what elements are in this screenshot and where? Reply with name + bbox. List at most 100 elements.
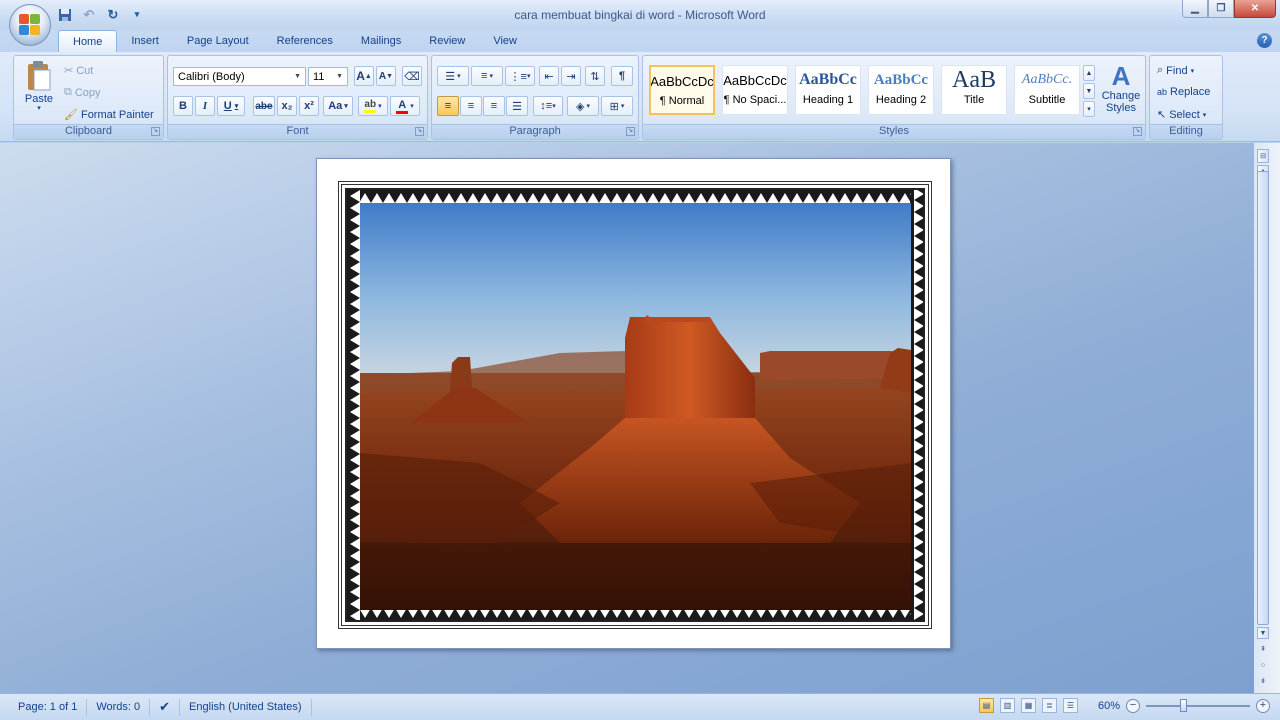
zoom-slider[interactable]	[1146, 698, 1250, 712]
sort-icon[interactable]: ⇅	[585, 66, 605, 86]
align-left-icon[interactable]: ≡	[437, 96, 459, 116]
web-layout-icon[interactable]: ▦	[1020, 698, 1036, 713]
tab-references[interactable]: References	[263, 30, 347, 52]
desert-butte-photo[interactable]	[360, 203, 911, 610]
tab-review[interactable]: Review	[415, 30, 479, 52]
document-area	[0, 143, 1254, 693]
change-case-button[interactable]: Aa ▾	[323, 96, 353, 116]
styles-more-icon[interactable]: ▾	[1083, 101, 1095, 117]
copy-label: Copy	[74, 86, 101, 99]
multilevel-list-icon[interactable]: ⋮≡ ▾	[505, 66, 535, 86]
style-preview: AaBbCc	[873, 71, 929, 88]
borders-icon[interactable]: ⊞ ▾	[601, 96, 633, 116]
group-label-font: Font	[168, 124, 427, 139]
zoom-in-icon[interactable]: +	[1256, 698, 1270, 713]
minimize-icon[interactable]: ▁	[1182, 0, 1208, 18]
align-right-icon[interactable]: ≡	[483, 96, 505, 116]
grow-font-button[interactable]: A ▲	[354, 66, 374, 86]
font-size-value: 11	[313, 70, 325, 83]
close-icon[interactable]: ✕	[1234, 0, 1276, 18]
zoom-level[interactable]: 60%	[1098, 700, 1120, 712]
styles-scroll-up-icon[interactable]: ▲	[1083, 65, 1095, 81]
tab-home[interactable]: Home	[58, 30, 118, 52]
next-page-icon[interactable]: ⇟	[1257, 675, 1269, 687]
font-size-combo[interactable]: 11 ▼	[308, 67, 348, 86]
select-button[interactable]: ↖ Select ▾	[1157, 108, 1206, 122]
tab-view[interactable]: View	[479, 30, 531, 52]
styles-scroll-down-icon[interactable]: ▼	[1083, 83, 1095, 99]
tab-mailings[interactable]: Mailings	[347, 30, 415, 52]
copy-button[interactable]: ⧉ Copy	[64, 86, 101, 99]
subscript-button[interactable]: x₂	[277, 96, 297, 116]
underline-button[interactable]: U ▾	[217, 96, 245, 116]
dialog-launcher-icon[interactable]: ↘	[151, 127, 160, 136]
highlight-color-button[interactable]: ab ▾	[358, 96, 388, 116]
shrink-font-label: A	[378, 70, 387, 82]
increase-indent-icon[interactable]: ⇥	[561, 66, 581, 86]
cut-button[interactable]: ✂ Cut	[64, 64, 93, 78]
style-normal[interactable]: AaBbCcDc ¶ Normal	[649, 65, 715, 115]
change-case-label: Aa	[328, 100, 343, 112]
proofing-check-icon[interactable]: ✔	[150, 698, 181, 716]
brush-icon: 🖌	[64, 109, 78, 121]
shrink-font-button[interactable]: A ▼	[376, 66, 396, 86]
tab-insert[interactable]: Insert	[117, 30, 173, 52]
clear-formatting-icon[interactable]: ⌫	[402, 66, 422, 86]
font-name-combo[interactable]: Calibri (Body) ▼	[173, 67, 306, 86]
style-heading-1[interactable]: AaBbCc Heading 1	[795, 65, 861, 115]
word-count[interactable]: Words: 0	[87, 698, 151, 716]
numbering-icon[interactable]: ≡ ▾	[471, 66, 503, 86]
paste-button[interactable]: Paste ▾	[20, 60, 58, 112]
style-subtitle[interactable]: AaBbCc. Subtitle	[1014, 65, 1080, 115]
style-title[interactable]: AaB Title	[941, 65, 1007, 115]
outline-view-icon[interactable]: ≣	[1041, 698, 1057, 713]
style-no-spacing[interactable]: AaBbCcDc ¶ No Spaci...	[722, 65, 788, 115]
replace-icon: ab	[1157, 87, 1168, 97]
superscript-button[interactable]: x²	[299, 96, 319, 116]
styles-group: AaBbCcDc ¶ Normal AaBbCcDc ¶ No Spaci...…	[642, 55, 1146, 140]
ruler-toggle-icon[interactable]: ⊟	[1257, 149, 1269, 163]
justify-icon[interactable]: ☰	[506, 96, 528, 116]
help-icon[interactable]: ?	[1257, 33, 1272, 48]
dialog-launcher-icon[interactable]: ↘	[1133, 127, 1142, 136]
window-controls: ▁ ❐ ✕	[1182, 0, 1276, 18]
decrease-indent-icon[interactable]: ⇤	[539, 66, 559, 86]
find-button[interactable]: ⌕ Find ▾	[1157, 64, 1194, 77]
shading-icon[interactable]: ◈ ▾	[567, 96, 599, 116]
format-painter-label: Format Painter	[80, 108, 154, 121]
show-marks-button[interactable]: ¶	[611, 66, 633, 86]
change-styles-label: Change Styles	[1101, 90, 1141, 114]
strikethrough-button[interactable]: abe	[253, 96, 275, 116]
dialog-launcher-icon[interactable]: ↘	[626, 127, 635, 136]
previous-page-icon[interactable]: ⇞	[1257, 643, 1269, 655]
bullets-icon[interactable]: ☰ ▾	[437, 66, 469, 86]
group-label-styles: Styles	[643, 124, 1145, 139]
vertical-scrollbar[interactable]: ⊟ ▲ ▼ ⇞ ○ ⇟	[1254, 143, 1280, 693]
scrollbar-thumb[interactable]	[1257, 171, 1269, 625]
line-spacing-icon[interactable]: ↕≡ ▾	[533, 96, 563, 116]
language[interactable]: English (United States)	[180, 698, 312, 716]
scroll-down-icon[interactable]: ▼	[1257, 627, 1269, 639]
change-styles-button[interactable]: A Change Styles	[1098, 62, 1144, 114]
draft-view-icon[interactable]: ☰	[1062, 698, 1078, 713]
full-screen-reading-icon[interactable]: ▥	[999, 698, 1015, 713]
paste-icon	[28, 61, 51, 91]
dialog-launcher-icon[interactable]: ↘	[415, 127, 424, 136]
bold-button[interactable]: B	[173, 96, 193, 116]
format-painter-button[interactable]: 🖌 Format Painter	[64, 108, 154, 122]
office-button[interactable]	[9, 4, 51, 46]
binoculars-icon: ⌕	[1157, 64, 1164, 76]
tab-page-layout[interactable]: Page Layout	[173, 30, 263, 52]
zoom-out-icon[interactable]: −	[1126, 698, 1140, 713]
replace-button[interactable]: ab Replace	[1157, 86, 1210, 98]
restore-icon[interactable]: ❐	[1208, 0, 1234, 18]
zoom-slider-thumb[interactable]	[1180, 698, 1187, 712]
print-layout-view-icon[interactable]: ▤	[978, 698, 994, 713]
select-browse-object-icon[interactable]: ○	[1257, 659, 1269, 671]
italic-button[interactable]: I	[195, 96, 215, 116]
style-heading-2[interactable]: AaBbCc Heading 2	[868, 65, 934, 115]
align-center-icon[interactable]: ≡	[460, 96, 482, 116]
page-count[interactable]: Page: 1 of 1	[0, 698, 88, 716]
document-page[interactable]	[316, 158, 951, 649]
font-color-button[interactable]: A ▾	[390, 96, 420, 116]
